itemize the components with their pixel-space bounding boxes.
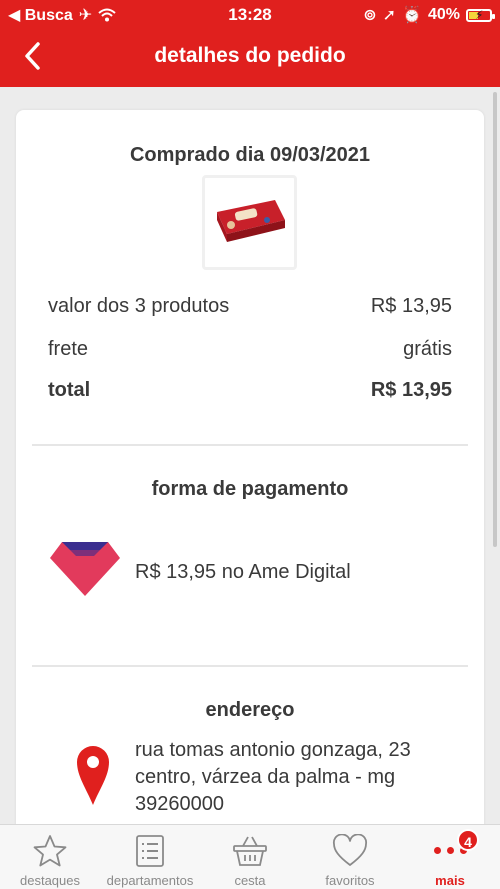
divider bbox=[32, 444, 468, 446]
nav-item-favoritos[interactable]: favoritos bbox=[300, 825, 400, 889]
payment-section-title: forma de pagamento bbox=[151, 478, 349, 500]
map-pin-icon bbox=[77, 746, 109, 805]
product-thumbnail[interactable] bbox=[202, 175, 297, 270]
delivery-address: rua tomas antonio gonzaga, 23 centro, vá… bbox=[135, 737, 411, 818]
alarm-icon: ⏰ bbox=[402, 7, 422, 24]
nav-item-mais[interactable]: 4 mais bbox=[400, 825, 500, 889]
app-bar: detalhes do pedido bbox=[0, 28, 500, 87]
star-icon bbox=[33, 835, 67, 867]
scrollbar[interactable] bbox=[493, 92, 497, 547]
divider bbox=[32, 665, 468, 667]
page-title: detalhes do pedido bbox=[154, 44, 346, 67]
nav-label: mais bbox=[435, 873, 465, 888]
nav-item-destaques[interactable]: destaques bbox=[0, 825, 100, 889]
nav-label: destaques bbox=[20, 873, 80, 888]
summary-label: total bbox=[48, 379, 91, 401]
nav-label: favoritos bbox=[325, 873, 375, 888]
summary-value: grátis bbox=[403, 338, 452, 360]
summary-row-shipping: frete grátis bbox=[48, 338, 452, 361]
summary-label: frete bbox=[48, 338, 89, 360]
nav-item-departamentos[interactable]: departamentos bbox=[100, 825, 200, 889]
nav-label: departamentos bbox=[106, 873, 194, 888]
top-header: ◀ Busca ✈ 13:28 ⊚ ➚ ⏰ 40% ⚡ detalhes do … bbox=[0, 0, 500, 87]
battery-icon: ⚡ bbox=[466, 8, 495, 22]
status-right: ⊚ ➚ ⏰ 40% ⚡ bbox=[363, 5, 495, 25]
summary-row-total: total R$ 13,95 bbox=[48, 379, 452, 402]
heart-icon bbox=[333, 834, 367, 866]
summary-label: valor dos 3 produtos bbox=[48, 295, 230, 317]
nav-label: cesta bbox=[234, 873, 266, 888]
basket-icon bbox=[233, 836, 267, 866]
more-dots-icon bbox=[400, 847, 500, 854]
rotation-lock-icon: ⊚ bbox=[363, 7, 377, 24]
battery-percent: 40% bbox=[427, 6, 460, 23]
address-section-title: endereço bbox=[205, 699, 295, 721]
bottom-navigation: destaques departamentos cesta favoritos bbox=[0, 824, 500, 889]
order-details-card: Comprado dia 09/03/2021 valor dos 3 prod… bbox=[16, 110, 484, 850]
address-line-zip: 39260000 bbox=[135, 793, 224, 815]
chocolate-box-image bbox=[217, 200, 285, 242]
nav-item-cesta[interactable]: cesta bbox=[200, 825, 300, 889]
payment-text: R$ 13,95 no Ame Digital bbox=[135, 561, 351, 583]
address-line-city: centro, várzea da palma - mg bbox=[135, 766, 396, 788]
ame-digital-logo bbox=[50, 542, 120, 596]
address-line-street: rua tomas antonio gonzaga, 23 bbox=[135, 739, 411, 761]
notification-badge: 4 bbox=[457, 829, 479, 851]
status-bar: ◀ Busca ✈ 13:28 ⊚ ➚ ⏰ 40% ⚡ bbox=[0, 0, 500, 28]
purchase-date: Comprado dia 09/03/2021 bbox=[129, 144, 371, 166]
list-icon bbox=[136, 835, 164, 867]
location-icon: ➚ bbox=[382, 7, 397, 24]
summary-row-products: valor dos 3 produtos R$ 13,95 bbox=[48, 295, 452, 318]
summary-value: R$ 13,95 bbox=[370, 295, 452, 317]
summary-value: R$ 13,95 bbox=[370, 379, 452, 401]
